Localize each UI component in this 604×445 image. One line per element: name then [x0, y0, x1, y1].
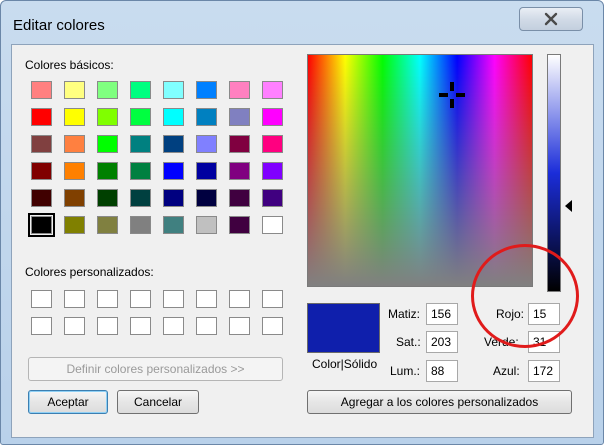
basic-color-swatch[interactable]: [130, 162, 151, 180]
basic-color-swatch[interactable]: [31, 135, 52, 153]
hue-field[interactable]: 156: [426, 303, 458, 325]
hue-label: Matiz:: [388, 307, 421, 321]
basic-color-swatch[interactable]: [31, 162, 52, 180]
custom-color-swatch[interactable]: [229, 290, 250, 308]
custom-color-swatch[interactable]: [262, 290, 283, 308]
blue-label: Azul:: [493, 364, 520, 378]
ok-button[interactable]: Aceptar: [28, 390, 108, 414]
custom-color-swatch[interactable]: [64, 317, 85, 335]
basic-color-swatch[interactable]: [196, 81, 217, 99]
lum-label: Lum.:: [390, 364, 421, 378]
custom-color-swatch[interactable]: [64, 290, 85, 308]
basic-color-swatch[interactable]: [262, 189, 283, 207]
basic-color-swatch[interactable]: [97, 81, 118, 99]
crosshair-icon: [439, 82, 465, 108]
basic-color-swatch[interactable]: [64, 81, 85, 99]
basic-color-swatch[interactable]: [262, 216, 283, 234]
custom-color-swatch[interactable]: [130, 317, 151, 335]
basic-color-swatch[interactable]: [97, 108, 118, 126]
edit-colors-dialog: Editar colores Colores básicos: Colores …: [0, 0, 604, 445]
basic-color-swatch[interactable]: [262, 162, 283, 180]
custom-color-swatch[interactable]: [31, 317, 52, 335]
basic-color-swatch[interactable]: [130, 216, 151, 234]
basic-color-swatch[interactable]: [196, 108, 217, 126]
basic-color-swatch[interactable]: [31, 108, 52, 126]
basic-color-swatch[interactable]: [163, 216, 184, 234]
basic-color-swatch[interactable]: [130, 108, 151, 126]
custom-color-swatch[interactable]: [196, 290, 217, 308]
annotation-circle: [471, 244, 579, 348]
basic-color-swatch[interactable]: [229, 216, 250, 234]
close-icon: [544, 12, 558, 26]
lum-field[interactable]: 88: [426, 360, 458, 382]
basic-color-swatch[interactable]: [64, 162, 85, 180]
basic-color-swatch[interactable]: [229, 81, 250, 99]
custom-color-swatch[interactable]: [97, 290, 118, 308]
basic-color-swatch[interactable]: [64, 135, 85, 153]
custom-color-swatch[interactable]: [163, 290, 184, 308]
basic-color-swatch[interactable]: [196, 162, 217, 180]
cancel-button[interactable]: Cancelar: [117, 390, 199, 414]
dialog-client-area: Colores básicos: Colores personalizados:…: [11, 44, 594, 438]
basic-color-swatch[interactable]: [28, 213, 55, 237]
custom-color-swatch[interactable]: [97, 317, 118, 335]
basic-colors-label: Colores básicos:: [25, 58, 114, 72]
basic-color-swatch[interactable]: [64, 189, 85, 207]
basic-color-swatch[interactable]: [163, 81, 184, 99]
dialog-title: Editar colores: [13, 17, 105, 34]
blue-field[interactable]: 172: [528, 360, 560, 382]
basic-color-swatch[interactable]: [97, 189, 118, 207]
basic-color-swatch[interactable]: [163, 162, 184, 180]
custom-colors-label: Colores personalizados:: [25, 265, 154, 279]
basic-color-swatch[interactable]: [97, 162, 118, 180]
color-preview: [307, 303, 380, 353]
basic-color-swatch[interactable]: [130, 189, 151, 207]
color-solid-label: Color|Sólido: [312, 357, 378, 371]
basic-color-swatch[interactable]: [196, 216, 217, 234]
basic-color-swatch[interactable]: [163, 108, 184, 126]
custom-color-swatch[interactable]: [163, 317, 184, 335]
custom-color-swatch[interactable]: [31, 290, 52, 308]
basic-color-swatch[interactable]: [229, 108, 250, 126]
sat-field[interactable]: 203: [426, 331, 458, 353]
basic-color-swatch[interactable]: [130, 81, 151, 99]
basic-color-swatch[interactable]: [31, 189, 52, 207]
define-custom-colors-button[interactable]: Definir colores personalizados >>: [28, 357, 283, 381]
basic-color-swatch[interactable]: [262, 135, 283, 153]
luminosity-arrow-icon[interactable]: [565, 200, 572, 212]
basic-color-swatch[interactable]: [130, 135, 151, 153]
close-button[interactable]: [519, 7, 583, 31]
basic-color-swatch[interactable]: [97, 216, 118, 234]
custom-color-swatch[interactable]: [262, 317, 283, 335]
custom-color-swatch[interactable]: [196, 317, 217, 335]
custom-color-swatch[interactable]: [130, 290, 151, 308]
basic-color-swatch[interactable]: [163, 135, 184, 153]
add-to-custom-colors-button[interactable]: Agregar a los colores personalizados: [307, 390, 572, 414]
basic-color-swatch[interactable]: [64, 108, 85, 126]
basic-color-swatch[interactable]: [262, 108, 283, 126]
basic-color-swatch[interactable]: [97, 135, 118, 153]
custom-color-swatch[interactable]: [229, 317, 250, 335]
basic-color-swatch[interactable]: [31, 81, 52, 99]
basic-color-swatch[interactable]: [229, 135, 250, 153]
basic-color-swatch[interactable]: [229, 189, 250, 207]
basic-color-swatch[interactable]: [196, 135, 217, 153]
basic-color-swatch[interactable]: [262, 81, 283, 99]
basic-color-swatch[interactable]: [163, 189, 184, 207]
basic-color-swatch[interactable]: [229, 162, 250, 180]
basic-color-swatch[interactable]: [196, 189, 217, 207]
sat-label: Sat.:: [396, 335, 421, 349]
basic-color-swatch[interactable]: [64, 216, 85, 234]
